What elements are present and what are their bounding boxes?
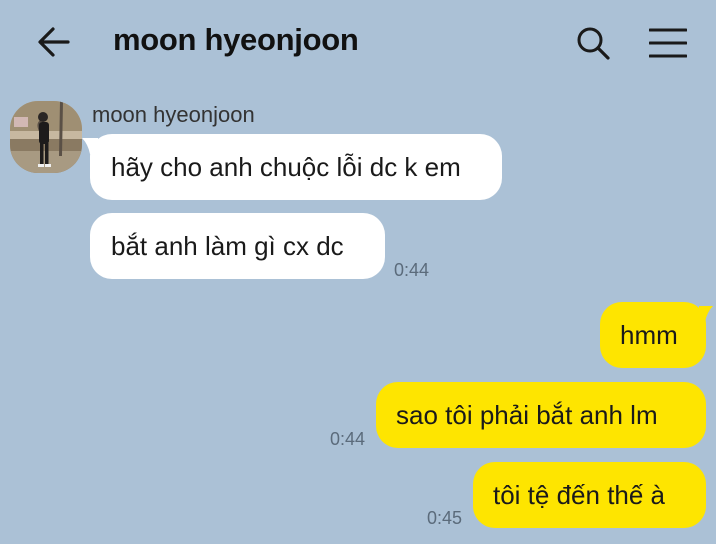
search-button[interactable]: [570, 20, 616, 66]
avatar-photo: [10, 101, 82, 173]
chat-header: moon hyeonjoon: [0, 0, 716, 84]
message-timestamp: 0:44: [330, 429, 366, 449]
message-text: hãy cho anh chuộc lỗi dc k em: [111, 151, 461, 182]
arrow-left-icon: [38, 27, 70, 57]
incoming-message-bubble[interactable]: bắt anh làm gì cx dc: [90, 213, 385, 279]
hamburger-menu-icon: [649, 28, 687, 58]
message-text: tôi tệ đến thế à: [493, 479, 666, 510]
chat-title: moon hyeonjoon: [113, 22, 359, 57]
outgoing-message-bubble[interactable]: sao tôi phải bắt anh lm: [376, 382, 706, 448]
message-timestamp: 0:45: [427, 508, 463, 528]
sender-avatar[interactable]: [10, 101, 82, 173]
message-text: hmm: [620, 319, 678, 350]
outgoing-message-bubble[interactable]: tôi tệ đến thế à: [473, 462, 706, 528]
sender-name: moon hyeonjoon: [92, 102, 255, 127]
message-text: sao tôi phải bắt anh lm: [396, 399, 658, 430]
search-icon: [577, 27, 610, 60]
message-timestamp: 0:44: [394, 260, 430, 280]
menu-button[interactable]: [645, 20, 691, 66]
outgoing-message-bubble[interactable]: hmm: [600, 302, 706, 368]
incoming-message-bubble[interactable]: hãy cho anh chuộc lỗi dc k em: [90, 134, 502, 200]
message-text: bắt anh làm gì cx dc: [111, 230, 344, 261]
back-button[interactable]: [30, 20, 78, 64]
